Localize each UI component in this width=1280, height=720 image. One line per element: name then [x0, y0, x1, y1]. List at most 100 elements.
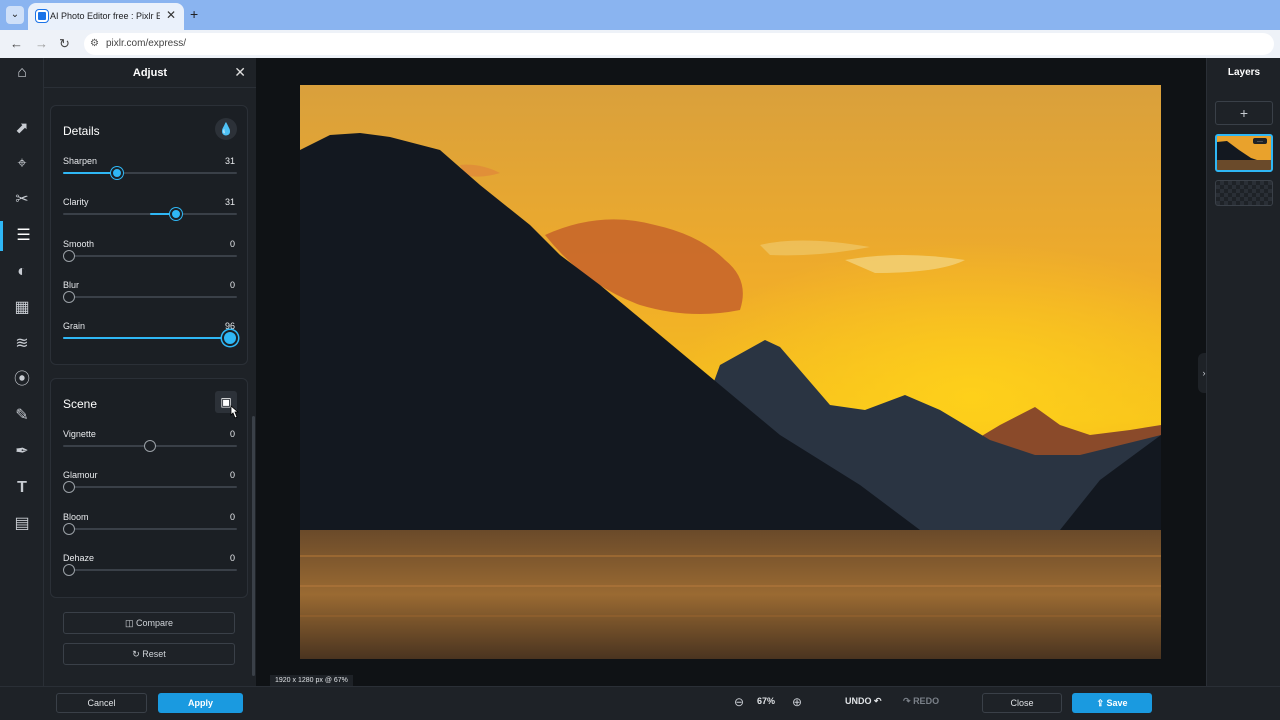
panel-title: Adjust: [132, 67, 168, 79]
slider-label: Vignette: [63, 429, 96, 439]
empty-layer-slot[interactable]: [1215, 180, 1273, 206]
slider-thumb[interactable]: [144, 440, 156, 452]
layers-title: Layers: [1227, 67, 1261, 78]
slider-grain[interactable]: Grain 96: [63, 321, 239, 361]
redo-label: REDO: [913, 696, 940, 706]
text-icon[interactable]: T: [0, 473, 44, 503]
url-field[interactable]: ⚙ pixlr.com/express/: [84, 33, 1274, 55]
slider-track[interactable]: [63, 254, 237, 257]
slider-thumb[interactable]: [222, 330, 239, 347]
site-info-icon[interactable]: ⚙: [90, 38, 99, 49]
slider-thumb[interactable]: [170, 208, 183, 221]
slider-glamour[interactable]: Glamour 0: [63, 470, 237, 510]
pixlr-app: ⌂ ⬈ ⌖ ✂ ☰ ◐ ▦ ≋ ⦿ ✎ ✒ T ▤ Adjust ✕ Detai…: [0, 58, 1280, 720]
layers-panel: Layers + ···: [1206, 58, 1280, 686]
reset-button[interactable]: ↻ Reset: [63, 643, 235, 665]
slider-thumb[interactable]: [63, 481, 75, 494]
slider-label: Grain: [63, 321, 86, 332]
tab-search-icon[interactable]: ⌄: [6, 6, 24, 24]
slider-fill: [63, 337, 231, 340]
layer-preview: ···: [1217, 136, 1271, 170]
effect-icon[interactable]: ▦: [0, 293, 44, 323]
filter-icon[interactable]: ◐: [0, 257, 44, 287]
slider-label: Dehaze: [63, 552, 95, 563]
slider-track[interactable]: [63, 568, 237, 571]
draw-icon[interactable]: ✒: [0, 437, 44, 467]
select-icon[interactable]: ⬈: [0, 114, 44, 144]
layer-thumbnail[interactable]: ···: [1215, 134, 1273, 172]
url-text: pixlr.com/express/: [106, 38, 187, 49]
save-icon: ⇪: [1096, 698, 1104, 708]
canvas-dimensions: 1920 x 1280 px @ 67%: [270, 675, 353, 686]
crop-icon[interactable]: ⌖: [0, 149, 44, 179]
zoom-out-icon[interactable]: ⊖: [734, 695, 744, 709]
canvas-area[interactable]: 1920 x 1280 px @ 67%: [256, 58, 1206, 686]
scene-title: Scene: [63, 397, 98, 411]
slider-track[interactable]: [63, 527, 237, 530]
slider-value: 31: [224, 156, 235, 166]
cancel-button[interactable]: Cancel: [56, 693, 147, 713]
slider-value: 31: [224, 197, 235, 208]
browser-tab[interactable]: AI Photo Editor free : Pixlr Express ✕: [28, 3, 184, 30]
undo-button[interactable]: UNDO ↶: [845, 696, 882, 707]
slider-thumb[interactable]: [63, 522, 75, 535]
slider-label: Sharpen: [63, 156, 98, 166]
save-button[interactable]: ⇪ Save: [1072, 693, 1152, 713]
slider-vignette[interactable]: Vignette 0: [63, 429, 237, 469]
close-button[interactable]: Close: [982, 693, 1062, 713]
scene-card: Scene ▣ Vignette 0 Glamour 0 Bloom 0 Dehaze 0: [50, 378, 248, 598]
forward-icon[interactable]: →: [35, 36, 48, 51]
photo-canvas[interactable]: [300, 85, 1161, 659]
redo-icon: ↷: [903, 696, 911, 706]
slider-label: Blur: [63, 279, 80, 290]
slider-thumb[interactable]: [63, 290, 75, 303]
slider-sharpen[interactable]: Sharpen 31: [63, 156, 237, 196]
redo-button[interactable]: ↷ REDO: [903, 696, 939, 707]
add-layer-button[interactable]: +: [1215, 101, 1273, 125]
address-bar: ← → ↻ ⚙ pixlr.com/express/: [0, 30, 1280, 58]
slider-value: 0: [229, 511, 235, 522]
compare-label: Compare: [136, 618, 174, 628]
details-title: Details: [63, 124, 100, 138]
save-label: Save: [1106, 698, 1128, 708]
back-icon[interactable]: ←: [10, 36, 23, 51]
reload-icon[interactable]: ↻: [59, 36, 70, 52]
slider-value: 0: [229, 279, 235, 290]
new-tab-button[interactable]: +: [190, 6, 198, 22]
sunset-photo: [300, 85, 1161, 659]
panel-scrollbar[interactable]: [252, 416, 255, 676]
slider-thumb[interactable]: [110, 167, 123, 179]
tab-close-icon[interactable]: ✕: [166, 8, 176, 22]
slider-label: Smooth: [63, 238, 95, 249]
slider-track[interactable]: [63, 295, 237, 298]
slider-dehaze[interactable]: Dehaze 0: [63, 553, 237, 593]
slider-value: 0: [229, 470, 235, 481]
slider-smooth[interactable]: Smooth 0: [63, 239, 237, 279]
slider-thumb[interactable]: [63, 563, 75, 576]
slider-track[interactable]: [63, 486, 237, 489]
home-icon[interactable]: ⌂: [0, 58, 44, 88]
slider-label: Bloom: [63, 511, 89, 522]
compare-button[interactable]: ◫ Compare: [63, 612, 235, 634]
tab-title: AI Photo Editor free : Pixlr Express: [50, 11, 160, 21]
pattern-icon[interactable]: ▤: [0, 509, 44, 539]
slider-bloom[interactable]: Bloom 0: [63, 512, 237, 552]
apply-button[interactable]: Apply: [158, 693, 243, 713]
reset-label: Reset: [142, 649, 166, 659]
swirl-icon[interactable]: ⦿: [0, 365, 44, 395]
retouch-icon[interactable]: ✎: [0, 401, 44, 431]
slider-clarity[interactable]: Clarity 31: [63, 197, 237, 237]
cutout-icon[interactable]: ✂: [0, 185, 44, 215]
slider-blur[interactable]: Blur 0: [63, 280, 237, 320]
zoom-in-icon[interactable]: ⊕: [792, 695, 802, 709]
close-icon[interactable]: ✕: [234, 64, 246, 81]
adjust-icon[interactable]: ☰: [0, 221, 44, 251]
svg-text:···: ···: [1257, 139, 1263, 145]
zoom-level[interactable]: 67%: [757, 696, 775, 706]
adjust-panel: Adjust ✕ Details 💧 Sharpen 31 Clarity 31 Smo…: [44, 58, 256, 720]
panel-header: Adjust ✕: [44, 58, 256, 88]
liquify-icon[interactable]: ≋: [0, 329, 44, 359]
details-card: Details 💧 Sharpen 31 Clarity 31 Smooth 0 Blur 0…: [50, 105, 248, 365]
slider-thumb[interactable]: [63, 249, 75, 262]
undo-label: UNDO: [845, 696, 872, 706]
